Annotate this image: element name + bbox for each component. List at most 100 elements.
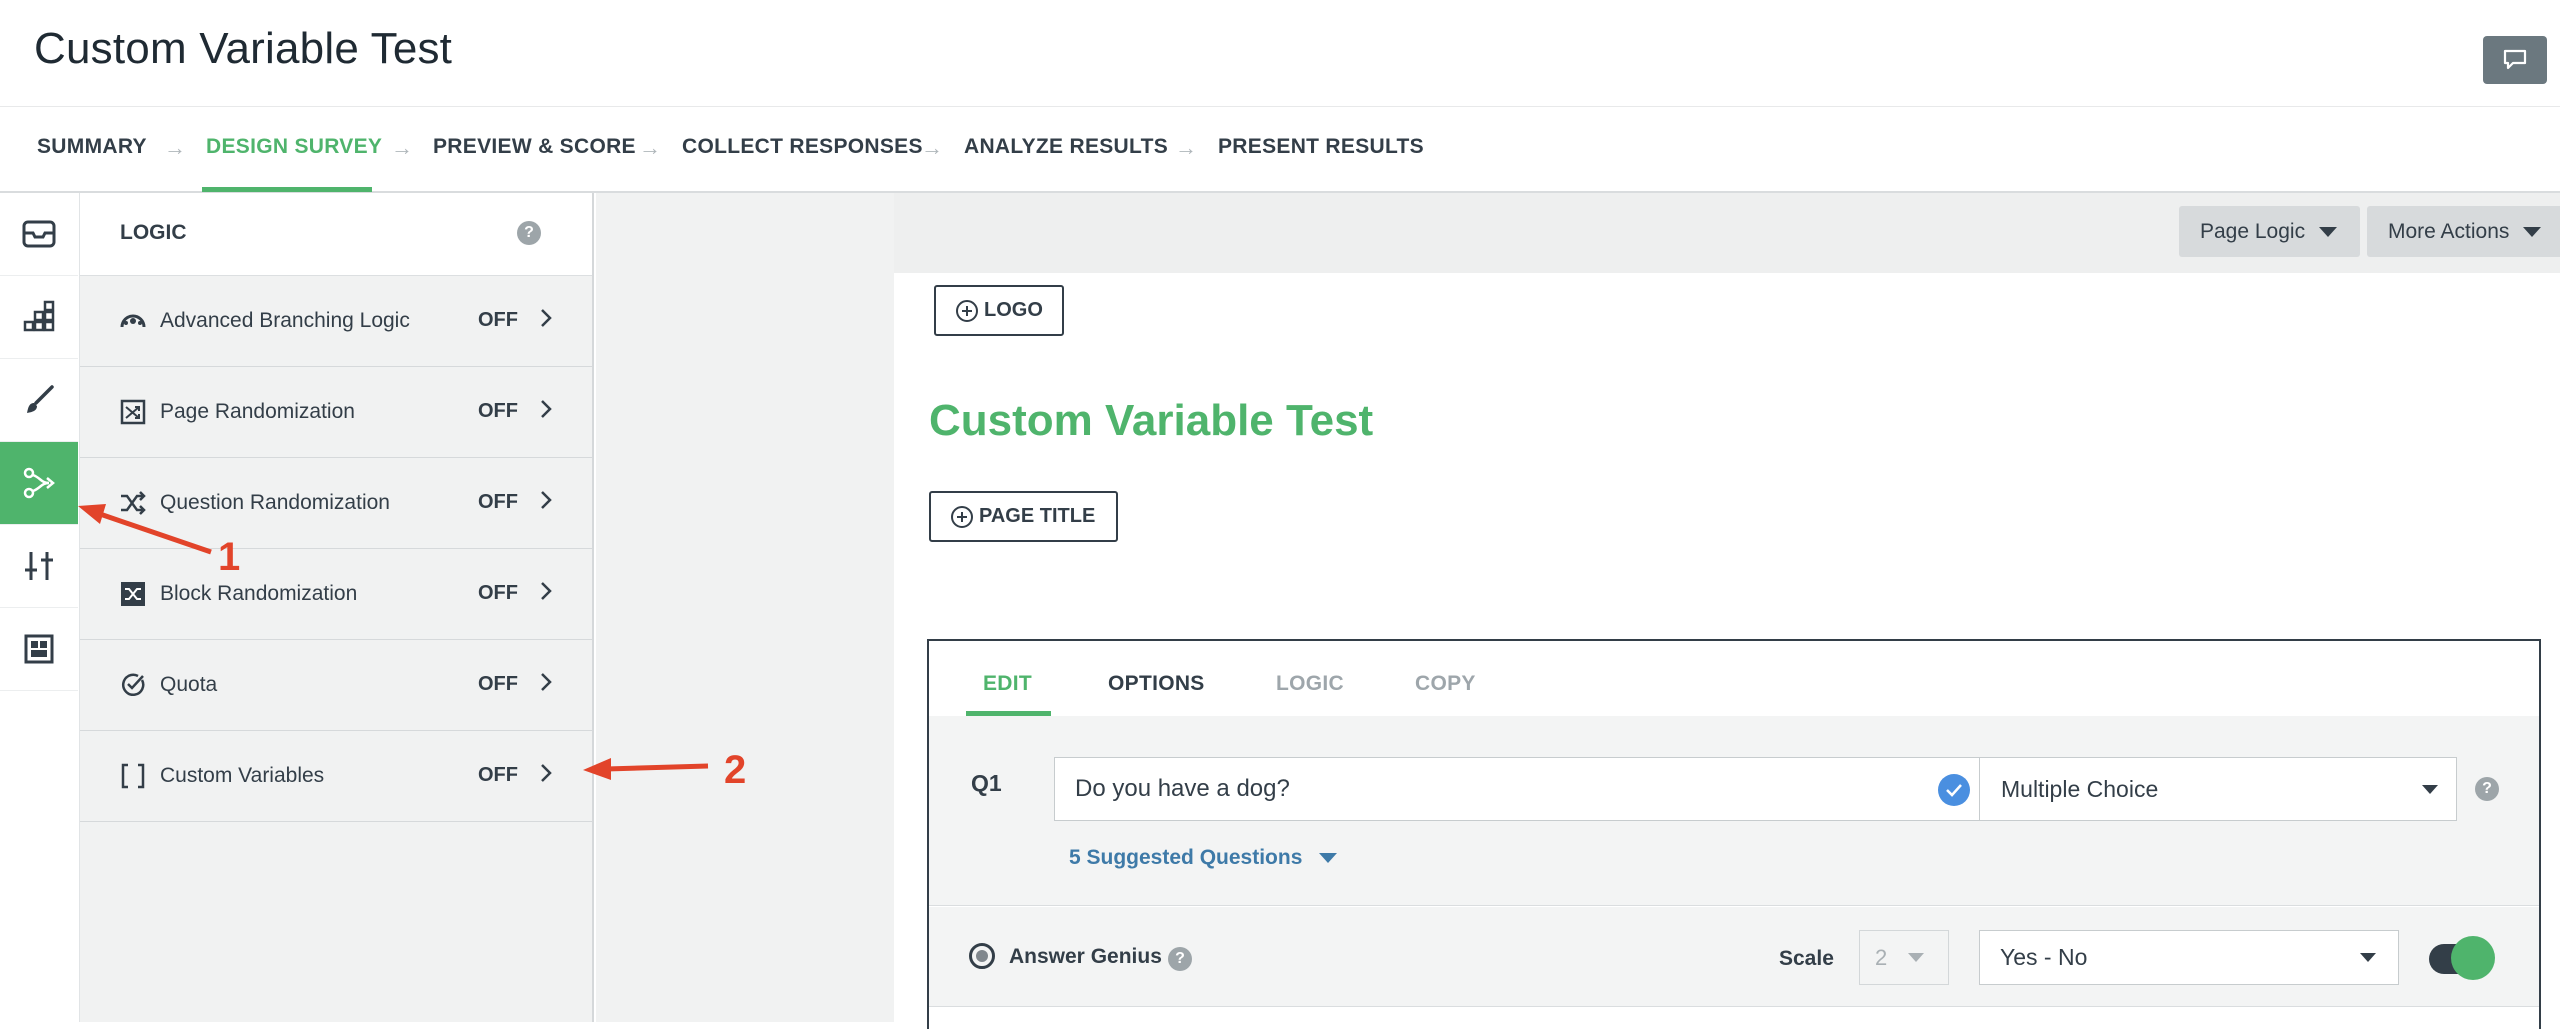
style-button[interactable] bbox=[0, 359, 78, 442]
more-actions-label: More Actions bbox=[2388, 219, 2510, 243]
logic-row-label: Quota bbox=[160, 673, 218, 696]
style-brush-icon bbox=[27, 385, 54, 413]
answer-set-value: Yes - No bbox=[2000, 944, 2088, 970]
block-shuffle-icon bbox=[118, 579, 148, 609]
survey-title[interactable]: Custom Variable Test bbox=[929, 396, 1373, 446]
add-page-title-button[interactable]: PAGE TITLE bbox=[929, 491, 1118, 542]
options-button[interactable] bbox=[0, 525, 78, 608]
builder-button[interactable] bbox=[0, 276, 78, 359]
logic-row-state: OFF bbox=[478, 673, 518, 695]
nav-arrow-icon: → bbox=[164, 135, 186, 160]
logic-row-advanced-branching[interactable]: Advanced Branching Logic OFF bbox=[80, 276, 592, 367]
canvas-toolbar: Page Logic More Actions bbox=[894, 193, 2560, 273]
chevron-right-icon bbox=[541, 309, 552, 327]
top-bar: Custom Variable Test bbox=[0, 0, 2560, 107]
scale-select[interactable]: 2 bbox=[1859, 930, 1949, 985]
logic-button[interactable] bbox=[0, 442, 78, 525]
tab-options[interactable]: OPTIONS bbox=[1108, 672, 1205, 696]
logic-panel: LOGIC ? Advanced Branching Logic OFF Pag… bbox=[80, 193, 594, 1022]
answer-genius-icon bbox=[969, 943, 995, 969]
question-text-input[interactable]: Do you have a dog? bbox=[1054, 757, 1981, 821]
add-logo-label: LOGO bbox=[984, 299, 1043, 321]
nav-preview-score[interactable]: PREVIEW & SCORE bbox=[433, 135, 636, 159]
nav-arrow-icon: → bbox=[1175, 135, 1197, 160]
logic-row-state: OFF bbox=[478, 582, 518, 604]
feedback-button[interactable] bbox=[2483, 36, 2547, 84]
answer-set-select[interactable]: Yes - No bbox=[1979, 930, 2399, 985]
logic-row-label: Custom Variables bbox=[160, 764, 325, 787]
suggested-questions-label: 5 Suggested Questions bbox=[1069, 846, 1303, 869]
logic-icon bbox=[23, 467, 55, 499]
question-text: Do you have a dog? bbox=[1075, 775, 1290, 802]
caret-down-icon bbox=[1319, 853, 1338, 863]
plus-circle-icon bbox=[951, 505, 973, 528]
question-edit-body: Q1 Do you have a dog? Multiple Choice ? … bbox=[929, 716, 2539, 906]
answer-genius-row: Answer Genius ? Scale 2 Yes - No bbox=[929, 907, 2539, 1007]
logic-row-label: Page Randomization bbox=[160, 400, 355, 423]
logic-panel-header: LOGIC ? bbox=[80, 193, 592, 276]
question-type-value: Multiple Choice bbox=[2001, 776, 2159, 802]
options-sliders-icon bbox=[25, 552, 53, 580]
chevron-right-icon bbox=[541, 400, 552, 418]
suggested-questions-toggle[interactable]: 5 Suggested Questions bbox=[1069, 846, 1338, 870]
nav-arrow-icon: → bbox=[639, 135, 661, 160]
nav-present-results[interactable]: PRESENT RESULTS bbox=[1218, 135, 1424, 159]
logic-row-state: OFF bbox=[478, 491, 518, 513]
page-logic-button[interactable]: Page Logic bbox=[2179, 206, 2360, 257]
plus-circle-icon bbox=[956, 299, 978, 322]
logic-panel-title: LOGIC bbox=[120, 221, 187, 244]
layout-button[interactable] bbox=[0, 608, 78, 691]
toggle-knob[interactable] bbox=[2451, 936, 2495, 980]
spellcheck-check-icon bbox=[1938, 774, 1970, 806]
logic-row-label: Question Randomization bbox=[160, 491, 390, 514]
layout-grid-icon bbox=[24, 634, 54, 664]
builder-icon-bar bbox=[0, 193, 80, 1022]
logic-row-label: Advanced Branching Logic bbox=[160, 309, 410, 332]
add-page-title-label: PAGE TITLE bbox=[979, 505, 1096, 527]
question-bank-button[interactable] bbox=[0, 193, 78, 276]
chevron-right-icon bbox=[541, 582, 552, 600]
chevron-right-icon bbox=[541, 673, 552, 691]
nav-summary[interactable]: SUMMARY bbox=[37, 135, 147, 159]
tab-logic[interactable]: LOGIC bbox=[1276, 672, 1344, 696]
question-card: EDIT OPTIONS LOGIC COPY Q1 Do you have a… bbox=[927, 639, 2541, 1029]
brackets-icon bbox=[118, 761, 148, 791]
help-icon[interactable]: ? bbox=[1168, 947, 1192, 971]
chevron-right-icon bbox=[541, 491, 552, 509]
logic-row-state: OFF bbox=[478, 309, 518, 331]
tab-copy[interactable]: COPY bbox=[1415, 672, 1476, 696]
caret-down-icon bbox=[1908, 953, 1924, 962]
logic-row-state: OFF bbox=[478, 400, 518, 422]
question-type-select[interactable]: Multiple Choice bbox=[1979, 757, 2457, 821]
question-number: Q1 bbox=[971, 770, 1002, 796]
add-logo-button[interactable]: LOGO bbox=[934, 285, 1064, 336]
logic-row-quota[interactable]: Quota OFF bbox=[80, 640, 592, 731]
logic-row-custom-variables[interactable]: Custom Variables OFF bbox=[80, 731, 592, 822]
annotation-number-2: 2 bbox=[724, 748, 747, 792]
page-random-icon bbox=[118, 397, 148, 427]
nav-arrow-icon: → bbox=[391, 135, 413, 160]
caret-down-icon bbox=[2422, 785, 2438, 794]
scale-value: 2 bbox=[1875, 945, 1888, 970]
nav-design-survey[interactable]: DESIGN SURVEY bbox=[206, 135, 382, 159]
logic-row-block-randomization[interactable]: Block Randomization OFF bbox=[80, 549, 592, 640]
logic-row-page-randomization[interactable]: Page Randomization OFF bbox=[80, 367, 592, 458]
more-actions-button[interactable]: More Actions bbox=[2367, 206, 2560, 257]
workflow-nav: SUMMARY → DESIGN SURVEY → PREVIEW & SCOR… bbox=[0, 107, 2560, 193]
logic-row-label: Block Randomization bbox=[160, 582, 358, 605]
logic-row-state: OFF bbox=[478, 764, 518, 786]
page-title: Custom Variable Test bbox=[34, 24, 453, 73]
branching-icon bbox=[118, 306, 148, 336]
logic-row-question-randomization[interactable]: Question Randomization OFF bbox=[80, 458, 592, 549]
help-icon[interactable]: ? bbox=[517, 221, 541, 245]
nav-collect-responses[interactable]: COLLECT RESPONSES bbox=[682, 135, 923, 159]
question-tabs: EDIT OPTIONS LOGIC COPY bbox=[929, 641, 2539, 716]
active-tab-underline bbox=[202, 187, 372, 192]
caret-down-icon bbox=[2319, 226, 2338, 237]
help-icon[interactable]: ? bbox=[2475, 777, 2499, 801]
caret-down-icon bbox=[2523, 226, 2542, 237]
tab-edit[interactable]: EDIT bbox=[983, 672, 1032, 696]
scale-label: Scale bbox=[1779, 947, 1834, 970]
canvas-gutter bbox=[596, 193, 894, 1022]
nav-analyze-results[interactable]: ANALYZE RESULTS bbox=[964, 135, 1168, 159]
